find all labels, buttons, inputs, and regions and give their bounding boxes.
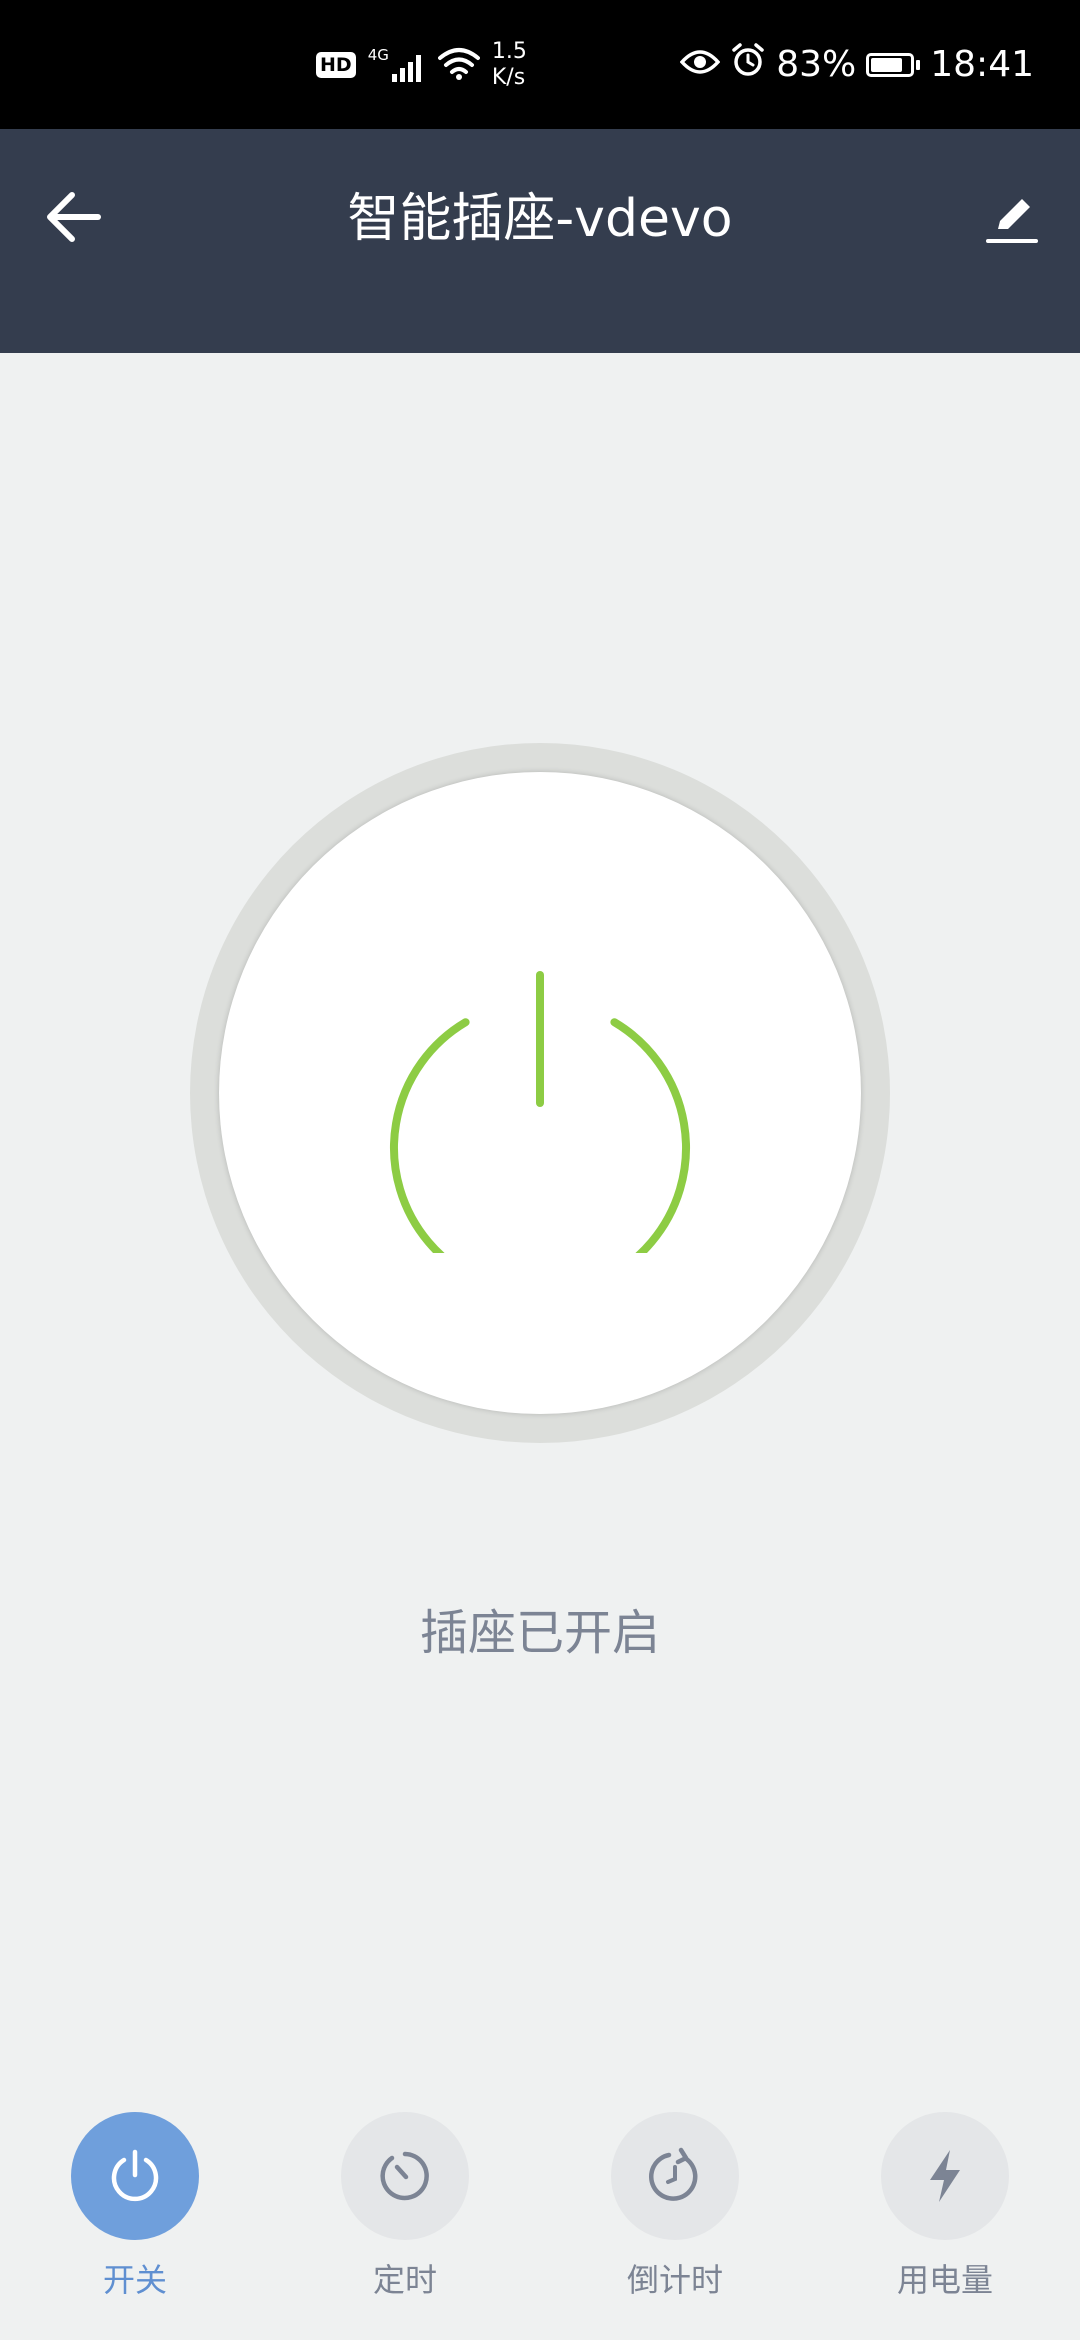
tab-power-usage-label: 用电量 bbox=[896, 2261, 993, 2299]
bottom-tab-bar: 开关 定时 倒计时 用电量 bbox=[0, 2100, 1080, 2340]
tab-timer-label: 定时 bbox=[372, 2261, 437, 2299]
eye-icon bbox=[679, 44, 721, 85]
tab-timer[interactable]: 定时 bbox=[305, 2112, 505, 2332]
countdown-icon bbox=[648, 2147, 698, 2201]
page-title: 智能插座-vdevo bbox=[347, 189, 733, 249]
timer-icon bbox=[380, 2151, 429, 2201]
status-left: HD 4G 1.5 K/s bbox=[316, 0, 527, 129]
network-type: 4G bbox=[367, 45, 389, 64]
status-bar: HD 4G 1.5 K/s 83% 18:41 bbox=[0, 0, 1080, 129]
outlet-status-text: 插座已开启 bbox=[419, 1605, 660, 1661]
tab-power-usage[interactable]: 用电量 bbox=[845, 2112, 1045, 2332]
battery-percent: 83% bbox=[776, 44, 857, 85]
edit-button[interactable] bbox=[974, 179, 1050, 255]
tab-switch-circle bbox=[71, 2112, 199, 2240]
pencil-icon bbox=[986, 199, 1038, 243]
battery-icon bbox=[866, 52, 921, 77]
network-speed: 1.5 K/s bbox=[492, 39, 527, 91]
app-header: 智能插座-vdevo bbox=[0, 129, 1080, 353]
power-toggle-button[interactable] bbox=[219, 772, 861, 1414]
speed-unit: K/s bbox=[491, 64, 526, 90]
tab-power-usage-circle bbox=[881, 2112, 1009, 2240]
alarm-icon bbox=[730, 42, 766, 87]
hd-badge: HD bbox=[316, 51, 356, 78]
tab-countdown[interactable]: 倒计时 bbox=[575, 2112, 775, 2332]
tab-timer-circle bbox=[341, 2112, 469, 2240]
tab-countdown-label: 倒计时 bbox=[626, 2261, 723, 2299]
lightning-icon bbox=[930, 2150, 960, 2202]
back-arrow-icon bbox=[47, 192, 101, 242]
clock-time: 18:41 bbox=[930, 44, 1034, 85]
status-right: 83% 18:41 bbox=[679, 0, 1034, 129]
tab-countdown-circle bbox=[611, 2112, 739, 2240]
wifi-icon bbox=[437, 46, 480, 84]
speed-value: 1.5 bbox=[491, 38, 527, 64]
tab-switch[interactable]: 开关 bbox=[35, 2112, 235, 2332]
tab-switch-label: 开关 bbox=[102, 2261, 167, 2299]
back-button[interactable] bbox=[36, 179, 112, 255]
power-icon bbox=[111, 2149, 159, 2202]
power-icon bbox=[390, 971, 690, 1253]
signal-icon: 4G bbox=[367, 45, 426, 82]
